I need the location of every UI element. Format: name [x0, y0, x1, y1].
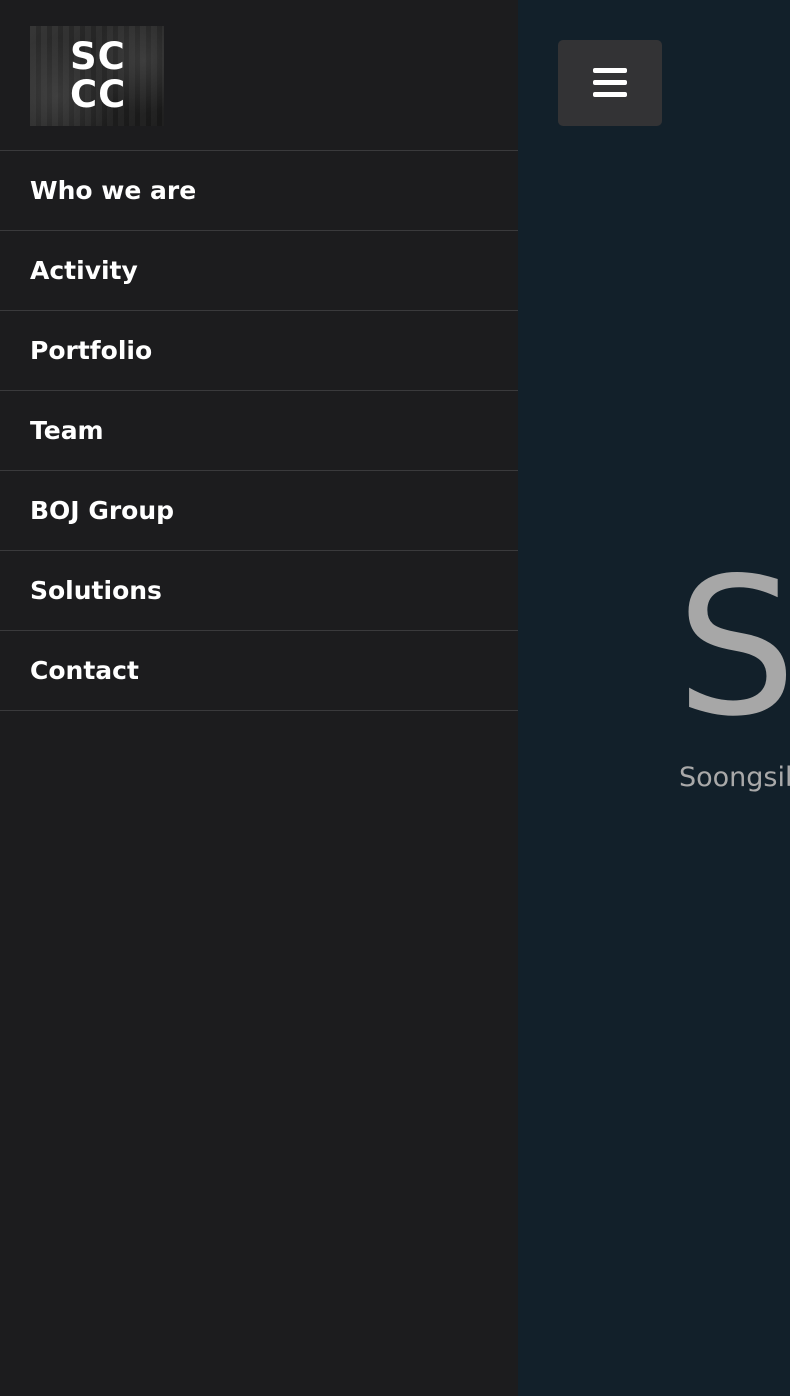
sidebar-item-label: Activity: [30, 256, 138, 285]
sidebar-item-activity[interactable]: Activity: [0, 231, 518, 311]
hero-title: S: [676, 537, 790, 758]
sidebar-item-label: Team: [30, 416, 104, 445]
sidebar-item-portfolio[interactable]: Portfolio: [0, 311, 518, 391]
sidebar-item-solutions[interactable]: Solutions: [0, 551, 518, 631]
sidebar-item-label: Portfolio: [30, 336, 153, 365]
sidebar-item-label: Contact: [30, 656, 139, 685]
logo-text: SC CC: [70, 35, 127, 116]
sccc-logo[interactable]: SC CC: [30, 26, 164, 126]
sidebar-header: SC CC: [0, 0, 518, 151]
sidebar-drawer: SC CC Who we are Activity Portfolio Team…: [0, 0, 518, 1396]
sidebar-item-boj-group[interactable]: BOJ Group: [0, 471, 518, 551]
page: SC CC Who we are Activity Portfolio Team…: [0, 0, 790, 1396]
main-content: S Soongsil: [518, 0, 790, 1396]
sidebar-item-label: Solutions: [30, 576, 162, 605]
sidebar-item-label: Who we are: [30, 176, 197, 205]
hamburger-menu-icon: [593, 68, 627, 73]
sidebar-menu: Who we are Activity Portfolio Team BOJ G…: [0, 151, 518, 711]
menu-toggle-button[interactable]: [558, 40, 662, 126]
sidebar-item-contact[interactable]: Contact: [0, 631, 518, 711]
sidebar-item-label: BOJ Group: [30, 496, 175, 525]
sidebar-item-who-we-are[interactable]: Who we are: [0, 151, 518, 231]
hamburger-menu-icon-bar: [593, 80, 627, 85]
hamburger-menu-icon-bar: [593, 92, 627, 97]
sidebar-item-team[interactable]: Team: [0, 391, 518, 471]
hero-subtitle: Soongsil: [679, 762, 790, 793]
